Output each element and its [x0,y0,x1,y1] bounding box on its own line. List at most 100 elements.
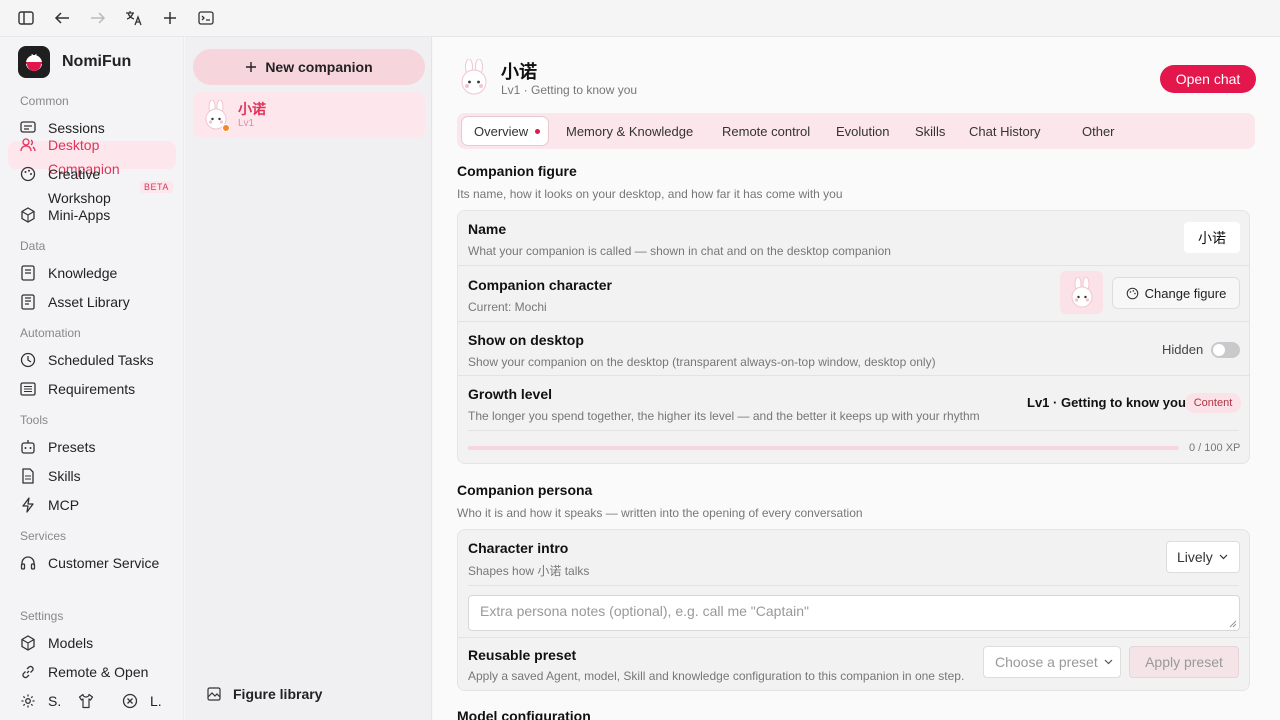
divider [468,430,1239,431]
list-icon [20,381,36,397]
nomifun-logo [18,46,50,78]
section-settings: Settings [20,609,64,623]
new-companion-button[interactable]: New companion [193,49,425,85]
section-desc-figure: Its name, how it looks on your desktop, … [457,187,843,201]
sidebar-item-presets[interactable]: Presets [20,437,95,457]
sidebar-item-remote-open[interactable]: Remote & Open [20,662,148,682]
top-toolbar [0,0,1280,37]
bolt-icon [20,497,36,513]
tab-overview[interactable]: Overview [474,113,541,149]
cube-icon [20,207,36,223]
divider [458,375,1249,376]
sidebar-item-bottom-l[interactable]: L. [122,691,162,711]
toggle-knob [1213,344,1225,356]
growth-row-title: Growth level [468,386,553,402]
palette-icon [20,166,36,182]
link-icon [20,664,36,680]
sidebar-item-desktop-companion[interactable]: Desktop [20,135,99,155]
preset-select[interactable]: Choose a preset [983,646,1121,678]
tab-remote-control[interactable]: Remote control [722,113,810,149]
beta-badge: BETA [140,181,173,193]
sidebar-item-knowledge[interactable]: Knowledge [20,263,117,283]
intro-row-desc: Shapes how 小诺 talks [468,564,590,578]
divider [458,321,1249,322]
character-intro-select[interactable]: Lively [1166,541,1240,573]
section-services: Services [20,529,67,543]
sidebar-item-asset-library[interactable]: Asset Library [20,292,130,312]
main-panel: 小诺 Lv1 · Getting to know you Open chat O… [433,37,1280,720]
image-icon [207,687,221,701]
companion-list-panel: New companion 小诺 Lv1 Figure library [185,37,432,720]
toggle-state-label: Hidden [1162,342,1204,357]
sidebar-item-requirements[interactable]: Requirements [20,379,135,399]
sidebar: NomiFun Common Sessions Desktop Companio… [0,37,184,720]
show-on-desktop-toggle[interactable] [1211,342,1240,358]
clock-icon [20,352,36,368]
terminal-icon[interactable] [196,8,216,28]
tab-memory-knowledge[interactable]: Memory & Knowledge [566,113,693,149]
back-arrow-icon[interactable] [52,8,72,28]
preset-row-title: Reusable preset [468,647,577,663]
desktop-row-desc: Show your companion on the desktop (tran… [468,355,936,369]
companion-list-item[interactable]: 小诺 Lv1 [193,92,425,138]
forward-arrow-icon[interactable] [88,8,108,28]
users-icon [20,137,36,153]
chat-icon [20,120,36,136]
character-thumbnail [1060,271,1103,314]
name-field[interactable]: 小诺 [1184,222,1240,253]
sidebar-item-customer-service[interactable]: Customer Service [20,553,159,573]
book-icon [20,265,36,281]
tab-bar: Overview Memory & Knowledge Remote contr… [457,113,1255,149]
shirt-icon-button[interactable] [78,691,106,711]
open-chat-button[interactable]: Open chat [1160,65,1256,93]
character-row-title: Companion character [468,277,612,293]
sidebar-item-skills[interactable]: Skills [20,466,81,486]
desktop-row-title: Show on desktop [468,332,584,348]
cube-icon [20,635,36,651]
sidebar-item-models[interactable]: Models [20,633,93,653]
section-common: Common [20,94,69,108]
plus-icon [245,61,257,73]
divider [458,265,1249,266]
character-row-desc: Current: Mochi [468,300,547,314]
section-tools: Tools [20,413,49,427]
sidebar-item-mcp[interactable]: MCP [20,495,79,515]
persona-notes-textarea[interactable]: Extra persona notes (optional), e.g. cal… [468,595,1240,631]
section-data: Data [20,239,46,253]
section-title-model: Model configuration [457,708,591,720]
tab-chat-history[interactable]: Chat History [969,113,1041,149]
plus-icon[interactable] [160,8,180,28]
headset-icon [20,555,36,571]
sidebar-toggle-icon[interactable] [16,8,36,28]
tab-other[interactable]: Other [1082,113,1115,149]
figure-library-button[interactable]: Figure library [207,686,322,702]
change-figure-button[interactable]: Change figure [1112,277,1240,309]
tab-skills[interactable]: Skills [915,113,945,149]
figure-card: Name What your companion is called — sho… [457,210,1250,464]
section-automation: Automation [20,326,81,340]
divider [468,585,1239,586]
section-title-persona: Companion persona [457,482,593,498]
chevron-down-icon [1104,659,1113,665]
companion-level: Lv1 [238,118,255,129]
name-row-title: Name [468,221,507,237]
tab-evolution[interactable]: Evolution [836,113,889,149]
companion-name: 小诺 [238,101,266,117]
sidebar-item-scheduled-tasks[interactable]: Scheduled Tasks [20,350,154,370]
growth-row-desc: The longer you spend together, the highe… [468,409,980,423]
brand-name: NomiFun [62,53,132,70]
xp-progress-bar [468,446,1179,450]
mood-badge: Content [1185,393,1241,413]
divider [458,637,1249,638]
sidebar-item-settings-truncated[interactable]: S. [20,691,61,711]
sidebar-item-mini-apps[interactable]: Mini-Apps [20,205,110,225]
apply-preset-button[interactable]: Apply preset [1129,646,1239,678]
growth-level-text: Lv1 · Getting to know you [1027,395,1186,410]
close-circle-icon [122,693,138,709]
brand[interactable]: NomiFun [18,46,131,78]
translate-icon[interactable] [124,8,144,28]
chevron-down-icon [1219,554,1228,560]
section-title-figure: Companion figure [457,163,577,179]
sidebar-item-creative-workshop[interactable]: Creative [20,164,100,184]
gear-icon [20,693,36,709]
